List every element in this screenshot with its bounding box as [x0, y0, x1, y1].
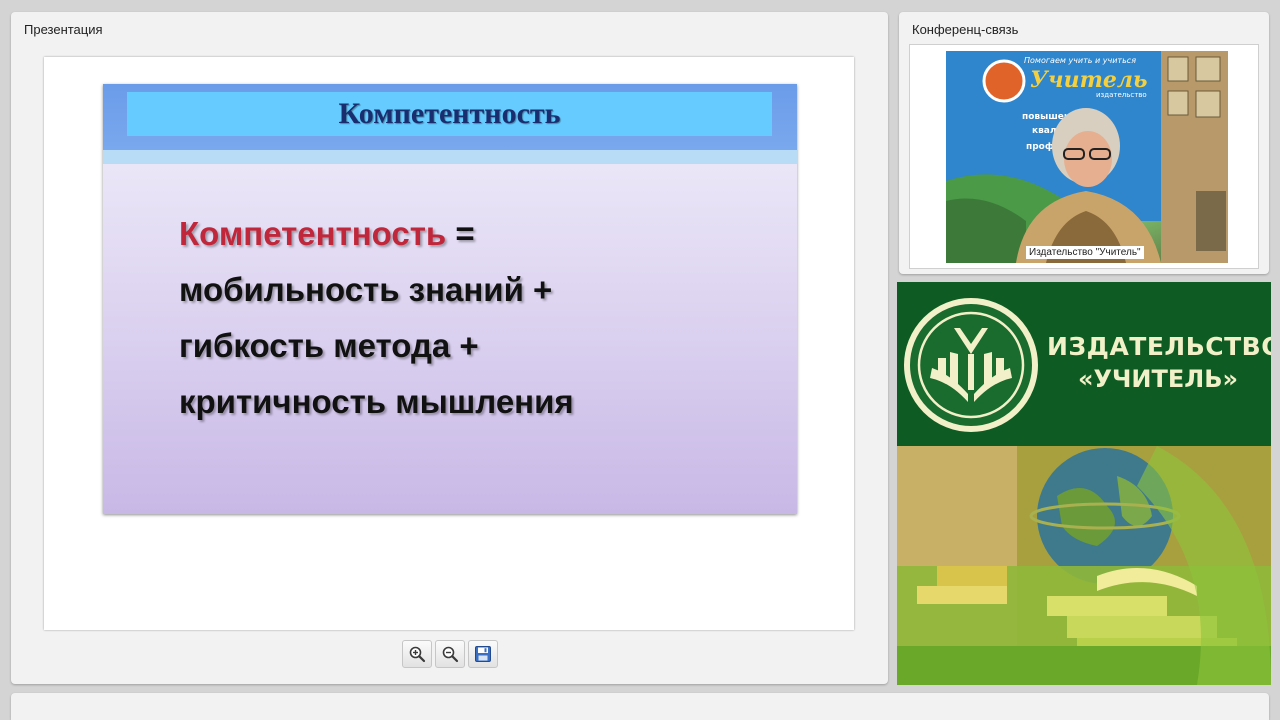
slide-header: Компетентность	[103, 84, 797, 150]
slide-title: Компетентность	[338, 97, 561, 130]
presentation-panel: Презентация Компетентность Компетентност…	[11, 12, 888, 684]
books-globe-image	[897, 446, 1271, 685]
publisher-banner: ИЗДАТЕЛЬСТВО «УЧИТЕЛЬ»	[897, 282, 1271, 685]
banner-text: ИЗДАТЕЛЬСТВО «УЧИТЕЛЬ»	[1047, 332, 1271, 393]
conference-panel-title: Конференц-связь	[912, 22, 1019, 37]
zoom-in-icon	[409, 646, 426, 663]
bottom-panel	[11, 693, 1269, 720]
slide-line-4: критичность мышления	[179, 383, 574, 420]
backdrop-slogan-text: Помогаем учить и учиться	[1024, 56, 1136, 65]
save-icon	[475, 646, 491, 662]
slide-line-3: гибкость метода +	[179, 327, 479, 364]
backdrop-brand-text: Учитель	[1030, 67, 1147, 93]
slide-title-box: Компетентность	[127, 92, 772, 136]
zoom-out-icon	[442, 646, 459, 663]
zoom-in-button[interactable]	[402, 640, 432, 668]
slide-line-1-text: =	[446, 215, 475, 252]
backdrop-subtitle-text: издательство	[1096, 91, 1147, 99]
webcam-scene-image: Учитель Помогаем учить и учиться издател…	[946, 51, 1228, 263]
save-button[interactable]	[468, 640, 498, 668]
presentation-panel-title: Презентация	[24, 22, 103, 37]
banner-image	[897, 446, 1271, 685]
banner-publisher-name: «УЧИТЕЛЬ»	[1078, 365, 1238, 393]
banner-header: ИЗДАТЕЛЬСТВО «УЧИТЕЛЬ»	[897, 282, 1271, 446]
slide-line-2: мобильность знаний +	[179, 271, 553, 308]
zoom-out-button[interactable]	[435, 640, 465, 668]
slide-accent-term: Компетентность	[179, 215, 447, 252]
presentation-toolbar	[402, 640, 498, 668]
slide-line-1: Компетентность =	[179, 206, 574, 262]
banner-publisher-word: ИЗДАТЕЛЬСТВО	[1047, 332, 1271, 361]
publisher-logo-icon	[904, 298, 1038, 432]
video-frame: Учитель Помогаем учить и учиться издател…	[909, 44, 1259, 269]
webcam-video[interactable]: Учитель Помогаем учить и учиться издател…	[946, 51, 1228, 263]
conference-panel: Конференц-связь Учитель Помогаем учить и…	[899, 12, 1269, 274]
slide-body: Компетентность = мобильность знаний + ги…	[179, 206, 574, 430]
slide-viewport[interactable]: Компетентность Компетентность = мобильно…	[44, 57, 854, 630]
video-caption: Издательство "Учитель"	[1026, 246, 1144, 259]
slide-header-strip	[103, 150, 797, 164]
slide: Компетентность Компетентность = мобильно…	[103, 84, 797, 514]
